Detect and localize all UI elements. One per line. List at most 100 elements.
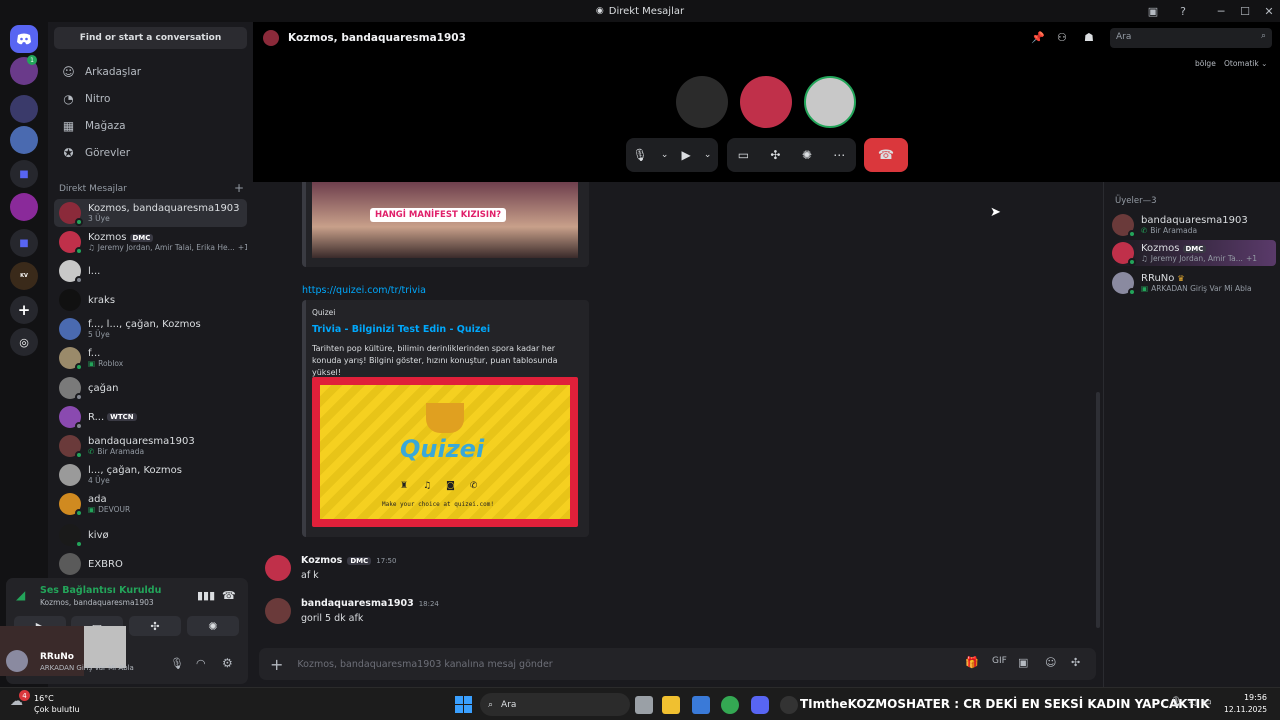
microphone-icon[interactable]: 🎙	[170, 657, 184, 670]
nav-friends[interactable]: ☺ Arkadaşlar	[54, 60, 247, 84]
discord-home-icon[interactable]	[10, 25, 38, 53]
minimize-button[interactable]: ─	[1208, 0, 1234, 22]
message-author[interactable]: Kozmos	[301, 555, 342, 566]
add-server-icon[interactable]: +	[10, 296, 38, 324]
composer-placeholder[interactable]: Kozmos, bandaquaresma1903 kanalına mesaj…	[297, 659, 552, 670]
call-participant-avatar[interactable]	[676, 76, 728, 128]
dm-item[interactable]: R... WTCN	[54, 403, 247, 431]
region-select[interactable]: Otomatik ⌄	[1224, 59, 1267, 68]
folder-icon[interactable]: ■	[10, 160, 38, 188]
voice-channel[interactable]: Kozmos, bandaquaresma1903	[40, 598, 154, 607]
gif-icon[interactable]: GIF	[992, 656, 1007, 666]
soundboard-icon[interactable]: ✺	[802, 148, 812, 162]
clock-date[interactable]: 12.11.2025	[1219, 705, 1267, 714]
message-composer[interactable]: + Kozmos, bandaquaresma1903 kanalına mes…	[259, 648, 1096, 680]
discover-icon[interactable]: ◎	[10, 328, 38, 356]
header-search-input[interactable]: Ara ⌕	[1110, 28, 1272, 48]
disconnect-icon[interactable]: ☎	[222, 589, 236, 602]
dm-item[interactable]: EXBRO	[54, 550, 247, 578]
attach-plus-icon[interactable]: +	[270, 655, 283, 674]
noise-suppression-icon[interactable]: ▮▮▮	[197, 589, 215, 602]
server-icon-kurtlar[interactable]: KV	[10, 262, 38, 290]
taskbar-search[interactable]: ⌕ Ara	[480, 693, 630, 716]
message-author[interactable]: bandaquaresma1903	[301, 598, 414, 609]
server-icon-4[interactable]	[10, 193, 38, 221]
crown-icon: ♛	[1177, 274, 1185, 283]
avatar	[59, 493, 83, 517]
chevron-down-icon[interactable]: ⌄	[704, 150, 712, 160]
close-button[interactable]: ✕	[1256, 0, 1280, 22]
server-icon-2[interactable]	[10, 95, 38, 123]
nav-shop[interactable]: ▦ Mağaza	[54, 114, 247, 138]
weather-temp[interactable]: 16°C	[34, 694, 54, 703]
clock-time[interactable]: 19:56	[1229, 693, 1267, 702]
activities-icon[interactable]: ✣	[770, 148, 780, 162]
dm-item[interactable]: çağan	[54, 374, 247, 402]
dm-item[interactable]: kraks	[54, 286, 247, 314]
weather-text[interactable]: Çok bulutlu	[34, 705, 80, 714]
call-participant-avatar-speaking[interactable]	[804, 76, 856, 128]
guild-tag-badge: WTCN	[107, 413, 137, 421]
embed-title[interactable]: Trivia - Bilginizi Test Edin - Quizei	[312, 324, 490, 335]
dm-item[interactable]: ada ▣ DEVOUR	[54, 490, 247, 518]
server-icon-3[interactable]	[10, 126, 38, 154]
member-item[interactable]: RRuNo ♛ ▣ ARKADAN Giriş Var Mi Abla	[1112, 270, 1276, 296]
soundboard-button[interactable]: ✺	[187, 616, 239, 636]
nav-quests[interactable]: ✪ Görevler	[54, 141, 247, 165]
help-icon[interactable]: ?	[1170, 0, 1196, 22]
chat-scrollbar[interactable]	[1096, 392, 1100, 628]
microphone-icon[interactable]: 🎙	[633, 148, 648, 162]
screen-share-icon[interactable]: ▭	[738, 148, 749, 162]
windows-start-icon[interactable]	[455, 696, 472, 713]
message-avatar[interactable]	[265, 555, 291, 581]
dm-item[interactable]: l...	[54, 257, 247, 285]
task-view-icon[interactable]	[635, 696, 653, 714]
headphones-icon[interactable]: ◠	[196, 657, 206, 670]
call-participant-avatar[interactable]	[740, 76, 792, 128]
tray-icons[interactable]: 🎙◁▭	[1170, 697, 1218, 708]
apps-icon[interactable]: ✣	[1071, 656, 1080, 669]
chrome-icon[interactable]	[721, 696, 739, 714]
more-icon[interactable]: ⋯	[833, 148, 845, 162]
quizei-logo: Quizei	[400, 435, 485, 463]
hangup-button[interactable]: ☎	[864, 138, 908, 172]
member-item[interactable]: bandaquaresma1903 ✆ Bir Aramada	[1112, 212, 1276, 238]
chevron-down-icon[interactable]: ⌄	[661, 150, 669, 160]
store-icon[interactable]	[692, 696, 710, 714]
dm-item[interactable]: Kozmos DMC ♫ Jeremy Jordan, Amir Talai, Eri…	[54, 228, 247, 256]
emoji-icon[interactable]: ☺	[1045, 656, 1056, 669]
activities-button[interactable]: ✣	[129, 616, 181, 636]
dm-item[interactable]: kivø	[54, 521, 247, 549]
avatar	[59, 231, 83, 255]
folder-icon-2[interactable]: ■	[10, 229, 38, 257]
message-avatar[interactable]	[265, 598, 291, 624]
discord-taskbar-icon[interactable]	[751, 696, 769, 714]
dm-item[interactable]: f... ▣ Roblox	[54, 344, 247, 372]
maximize-button[interactable]: ☐	[1232, 0, 1258, 22]
user-avatar[interactable]	[6, 650, 28, 672]
settings-gear-icon[interactable]: ⚙	[222, 656, 233, 670]
dm-item[interactable]: bandaquaresma1903 ✆ Bir Aramada	[54, 432, 247, 460]
mic-control[interactable]: 🎙 ⌄ ▶ ⌄	[626, 138, 718, 172]
dm-sub: 3 Üye	[88, 214, 110, 223]
find-conversation-button[interactable]: Find or start a conversation	[54, 27, 247, 49]
gift-icon[interactable]: 🎁	[965, 656, 979, 669]
message-link[interactable]: https://quizei.com/tr/trivia	[302, 285, 426, 296]
member-list-icon[interactable]: ☗	[1084, 31, 1094, 44]
camera-off-icon[interactable]: ▶	[682, 148, 691, 162]
member-list: Üyeler—3 bandaquaresma1903 ✆ Bir Aramada K…	[1103, 182, 1280, 687]
file-explorer-icon[interactable]	[662, 696, 680, 714]
create-dm-icon[interactable]: +	[234, 182, 244, 194]
dm-item[interactable]: l..., çağan, Kozmos 4 Üye	[54, 461, 247, 489]
embed-image[interactable]: Quizei ♜♫◙✆ Make your choice at quizei.c…	[312, 377, 578, 527]
member-item[interactable]: Kozmos DMC ♫ Jeremy Jordan, Amir Ta... +1	[1112, 240, 1276, 266]
add-friends-icon[interactable]: ⚇	[1057, 31, 1067, 44]
nav-label: Nitro	[85, 93, 111, 105]
nav-nitro[interactable]: ◔ Nitro	[54, 87, 247, 111]
pin-icon[interactable]: 📌	[1031, 31, 1045, 44]
dm-item[interactable]: Kozmos, bandaquaresma1903 3 Üye	[54, 199, 247, 227]
dm-item[interactable]: f..., l..., çağan, Kozmos 5 Üye	[54, 315, 247, 343]
app-taskbar-icon[interactable]	[780, 696, 798, 714]
sticker-icon[interactable]: ▣	[1018, 656, 1028, 669]
inbox-icon[interactable]: ▣	[1140, 0, 1166, 22]
